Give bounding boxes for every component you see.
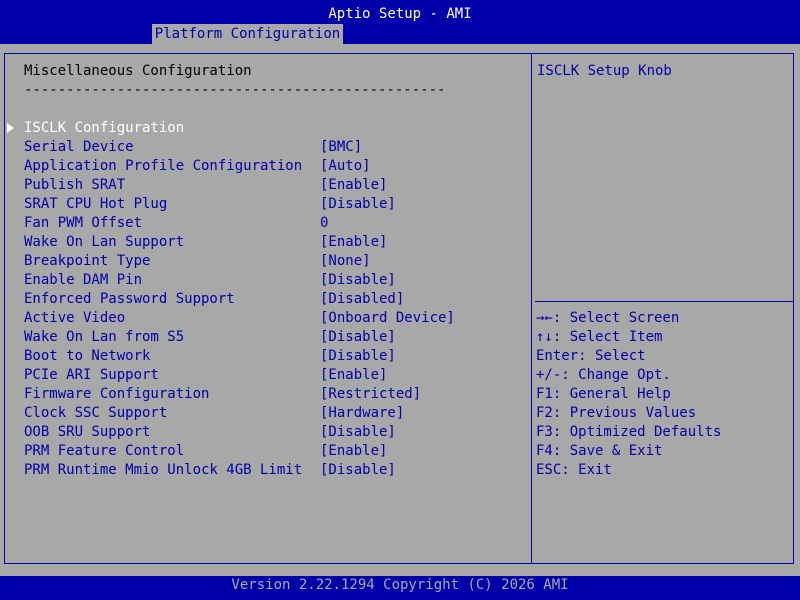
option-label-wake-on-lan-from-s5[interactable]: Wake On Lan from S5: [24, 328, 184, 347]
option-value-breakpoint-type[interactable]: [None]: [320, 252, 371, 271]
option-label-boot-to-network[interactable]: Boot to Network: [24, 347, 150, 366]
option-value-active-video[interactable]: [Onboard Device]: [320, 309, 455, 328]
submenu-arrow-icon: [7, 123, 14, 133]
option-value-enable-dam-pin[interactable]: [Disable]: [320, 271, 396, 290]
option-value-srat-cpu-hot-plug[interactable]: [Disable]: [320, 195, 396, 214]
key-help-esc-exit: ESC: Exit: [536, 462, 612, 478]
option-label-serial-device[interactable]: Serial Device: [24, 138, 134, 157]
option-value-prm-feature-control[interactable]: [Enable]: [320, 442, 387, 461]
submenu-isclk-configuration[interactable]: ISCLK Configuration: [24, 119, 184, 138]
option-value-oob-sru-support[interactable]: [Disable]: [320, 423, 396, 442]
option-value-fan-pwm-offset[interactable]: 0: [320, 214, 328, 233]
option-value-serial-device[interactable]: [BMC]: [320, 138, 362, 157]
key-help-optimized-defaults: F3: Optimized Defaults: [536, 424, 722, 440]
option-value-clock-ssc-support[interactable]: [Hardware]: [320, 404, 404, 423]
option-value-firmware-configuration[interactable]: [Restricted]: [320, 385, 421, 404]
section-separator: ----------------------------------------…: [24, 82, 446, 98]
option-value-pcie-ari-support[interactable]: [Enable]: [320, 366, 387, 385]
option-label-enforced-password-support[interactable]: Enforced Password Support: [24, 290, 235, 309]
option-value-prm-runtime-mmio-unlock-4gb-limit[interactable]: [Disable]: [320, 461, 396, 480]
help-divider: [535, 301, 794, 302]
option-value-publish-srat[interactable]: [Enable]: [320, 176, 387, 195]
option-label-publish-srat[interactable]: Publish SRAT: [24, 176, 125, 195]
tab-platform-configuration[interactable]: Platform Configuration: [152, 24, 343, 44]
key-help-select-item: ↑↓: Select Item: [536, 329, 663, 345]
key-help-enter-select: Enter: Select: [536, 348, 646, 364]
key-help-save-exit: F4: Save & Exit: [536, 443, 663, 459]
option-label-srat-cpu-hot-plug[interactable]: SRAT CPU Hot Plug: [24, 195, 167, 214]
help-description: ISCLK Setup Knob: [537, 63, 672, 79]
key-help-change-opt: +/-: Change Opt.: [536, 367, 671, 383]
option-label-oob-sru-support[interactable]: OOB SRU Support: [24, 423, 150, 442]
key-help-previous-values: F2: Previous Values: [536, 405, 697, 421]
app-title: Aptio Setup - AMI: [328, 6, 472, 22]
option-value-boot-to-network[interactable]: [Disable]: [320, 347, 396, 366]
option-label-active-video[interactable]: Active Video: [24, 309, 125, 328]
option-label-prm-feature-control[interactable]: PRM Feature Control: [24, 442, 184, 461]
option-value-wake-on-lan-from-s5[interactable]: [Disable]: [320, 328, 396, 347]
option-label-firmware-configuration[interactable]: Firmware Configuration: [24, 385, 209, 404]
option-label-enable-dam-pin[interactable]: Enable DAM Pin: [24, 271, 142, 290]
option-label-prm-runtime-mmio-unlock-4gb-limit[interactable]: PRM Runtime Mmio Unlock 4GB Limit: [24, 461, 302, 480]
version-text: Version 2.22.1294 Copyright (C) 2026 AMI: [231, 577, 569, 593]
option-value-wake-on-lan-support[interactable]: [Enable]: [320, 233, 387, 252]
option-value-enforced-password-support[interactable]: [Disabled]: [320, 290, 404, 309]
key-help-select-screen: →←: Select Screen: [536, 310, 680, 326]
option-label-fan-pwm-offset[interactable]: Fan PWM Offset: [24, 214, 142, 233]
option-value-application-profile-configuration[interactable]: [Auto]: [320, 157, 371, 176]
option-label-clock-ssc-support[interactable]: Clock SSC Support: [24, 404, 167, 423]
key-help-general-help: F1: General Help: [536, 386, 671, 402]
section-title: Miscellaneous Configuration: [24, 63, 252, 79]
option-label-wake-on-lan-support[interactable]: Wake On Lan Support: [24, 233, 184, 252]
option-label-application-profile-configuration[interactable]: Application Profile Configuration: [24, 157, 302, 176]
panel-divider: [531, 53, 532, 564]
option-label-breakpoint-type[interactable]: Breakpoint Type: [24, 252, 150, 271]
option-label-pcie-ari-support[interactable]: PCIe ARI Support: [24, 366, 159, 385]
